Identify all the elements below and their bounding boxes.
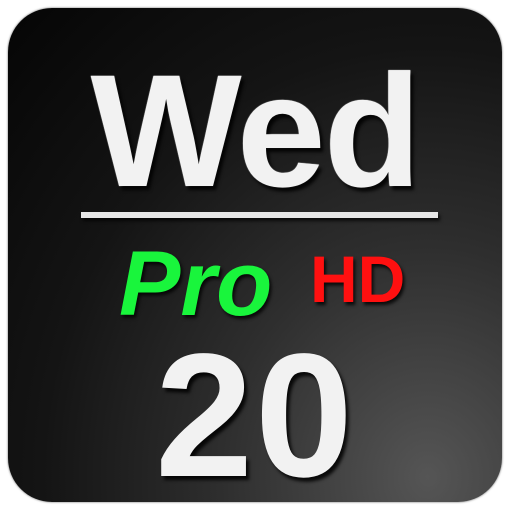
day-of-week-label: Wed (90, 41, 422, 220)
divider-line (81, 212, 438, 218)
hd-label: HD (310, 242, 406, 316)
app-icon: Wed Pro HD 20 (8, 8, 502, 502)
date-number-label: 20 (155, 318, 355, 502)
